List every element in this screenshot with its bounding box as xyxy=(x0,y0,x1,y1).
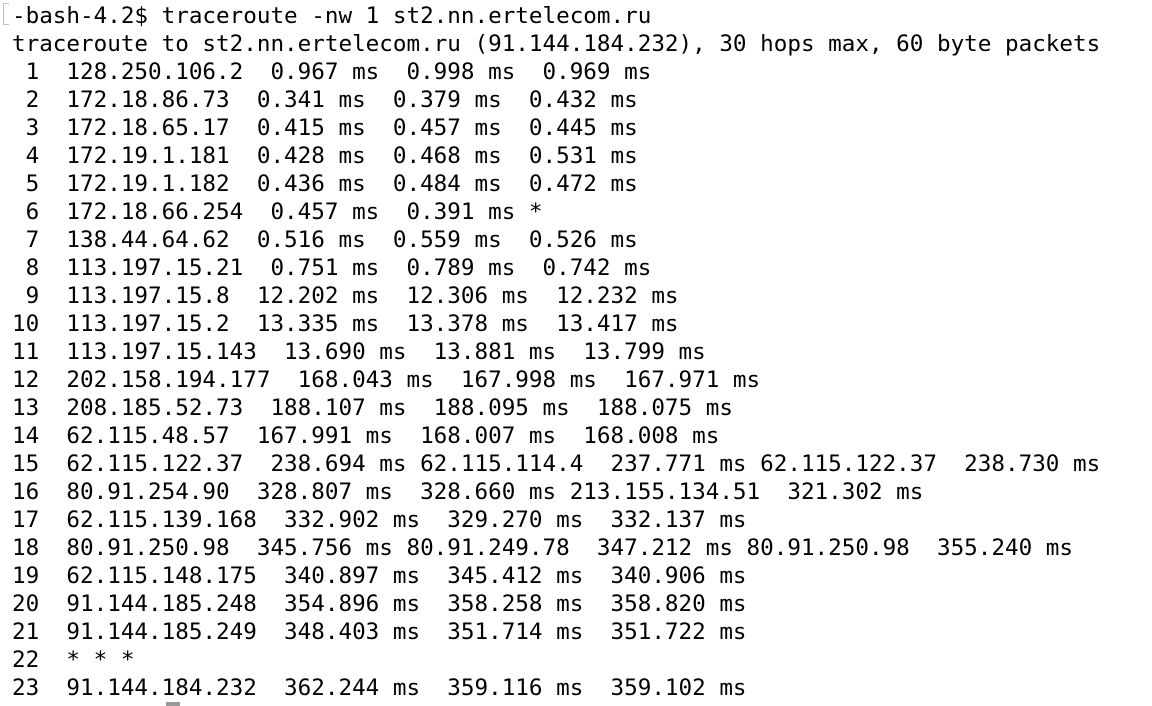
hop-line-13: 13 208.185.52.73 188.107 ms 188.095 ms 1… xyxy=(12,395,733,421)
hop-line-18: 18 80.91.250.98 345.756 ms 80.91.249.78 … xyxy=(12,535,1074,561)
traceroute-header-line: traceroute to st2.nn.ertelecom.ru (91.14… xyxy=(12,31,1101,57)
command-prompt-line: -bash-4.2$ traceroute -nw 1 st2.nn.ertel… xyxy=(12,3,652,29)
hop-line-20: 20 91.144.185.248 354.896 ms 358.258 ms … xyxy=(12,591,747,617)
terminal-window[interactable]: -bash-4.2$ traceroute -nw 1 st2.nn.ertel… xyxy=(0,0,1152,706)
hop-line-5: 5 172.19.1.182 0.436 ms 0.484 ms 0.472 m… xyxy=(12,171,638,197)
hop-line-1: 1 128.250.106.2 0.967 ms 0.998 ms 0.969 … xyxy=(12,59,652,85)
hop-line-15: 15 62.115.122.37 238.694 ms 62.115.114.4… xyxy=(12,451,1101,477)
hop-line-21: 21 91.144.185.249 348.403 ms 351.714 ms … xyxy=(12,619,747,645)
hop-line-14: 14 62.115.48.57 167.991 ms 168.007 ms 16… xyxy=(12,423,720,449)
hop-line-19: 19 62.115.148.175 340.897 ms 345.412 ms … xyxy=(12,563,747,589)
hop-line-10: 10 113.197.15.2 13.335 ms 13.378 ms 13.4… xyxy=(12,311,679,337)
hop-line-12: 12 202.158.194.177 168.043 ms 167.998 ms… xyxy=(12,367,761,393)
hop-line-7: 7 138.44.64.62 0.516 ms 0.559 ms 0.526 m… xyxy=(12,227,638,253)
hop-line-23: 23 91.144.184.232 362.244 ms 359.116 ms … xyxy=(12,675,747,701)
hop-line-22: 22 * * * xyxy=(12,647,135,673)
hop-line-9: 9 113.197.15.8 12.202 ms 12.306 ms 12.23… xyxy=(12,283,679,309)
hop-line-2: 2 172.18.86.73 0.341 ms 0.379 ms 0.432 m… xyxy=(12,87,638,113)
hop-line-17: 17 62.115.139.168 332.902 ms 329.270 ms … xyxy=(12,507,747,533)
hop-line-16: 16 80.91.254.90 328.807 ms 328.660 ms 21… xyxy=(12,479,924,505)
selection-bracket xyxy=(3,3,9,25)
hop-line-6: 6 172.18.66.254 0.457 ms 0.391 ms * xyxy=(12,199,543,225)
hop-line-4: 4 172.19.1.181 0.428 ms 0.468 ms 0.531 m… xyxy=(12,143,638,169)
hop-line-11: 11 113.197.15.143 13.690 ms 13.881 ms 13… xyxy=(12,339,706,365)
hop-line-3: 3 172.18.65.17 0.415 ms 0.457 ms 0.445 m… xyxy=(12,115,638,141)
text-cursor-marker xyxy=(166,702,180,706)
hop-line-8: 8 113.197.15.21 0.751 ms 0.789 ms 0.742 … xyxy=(12,255,652,281)
